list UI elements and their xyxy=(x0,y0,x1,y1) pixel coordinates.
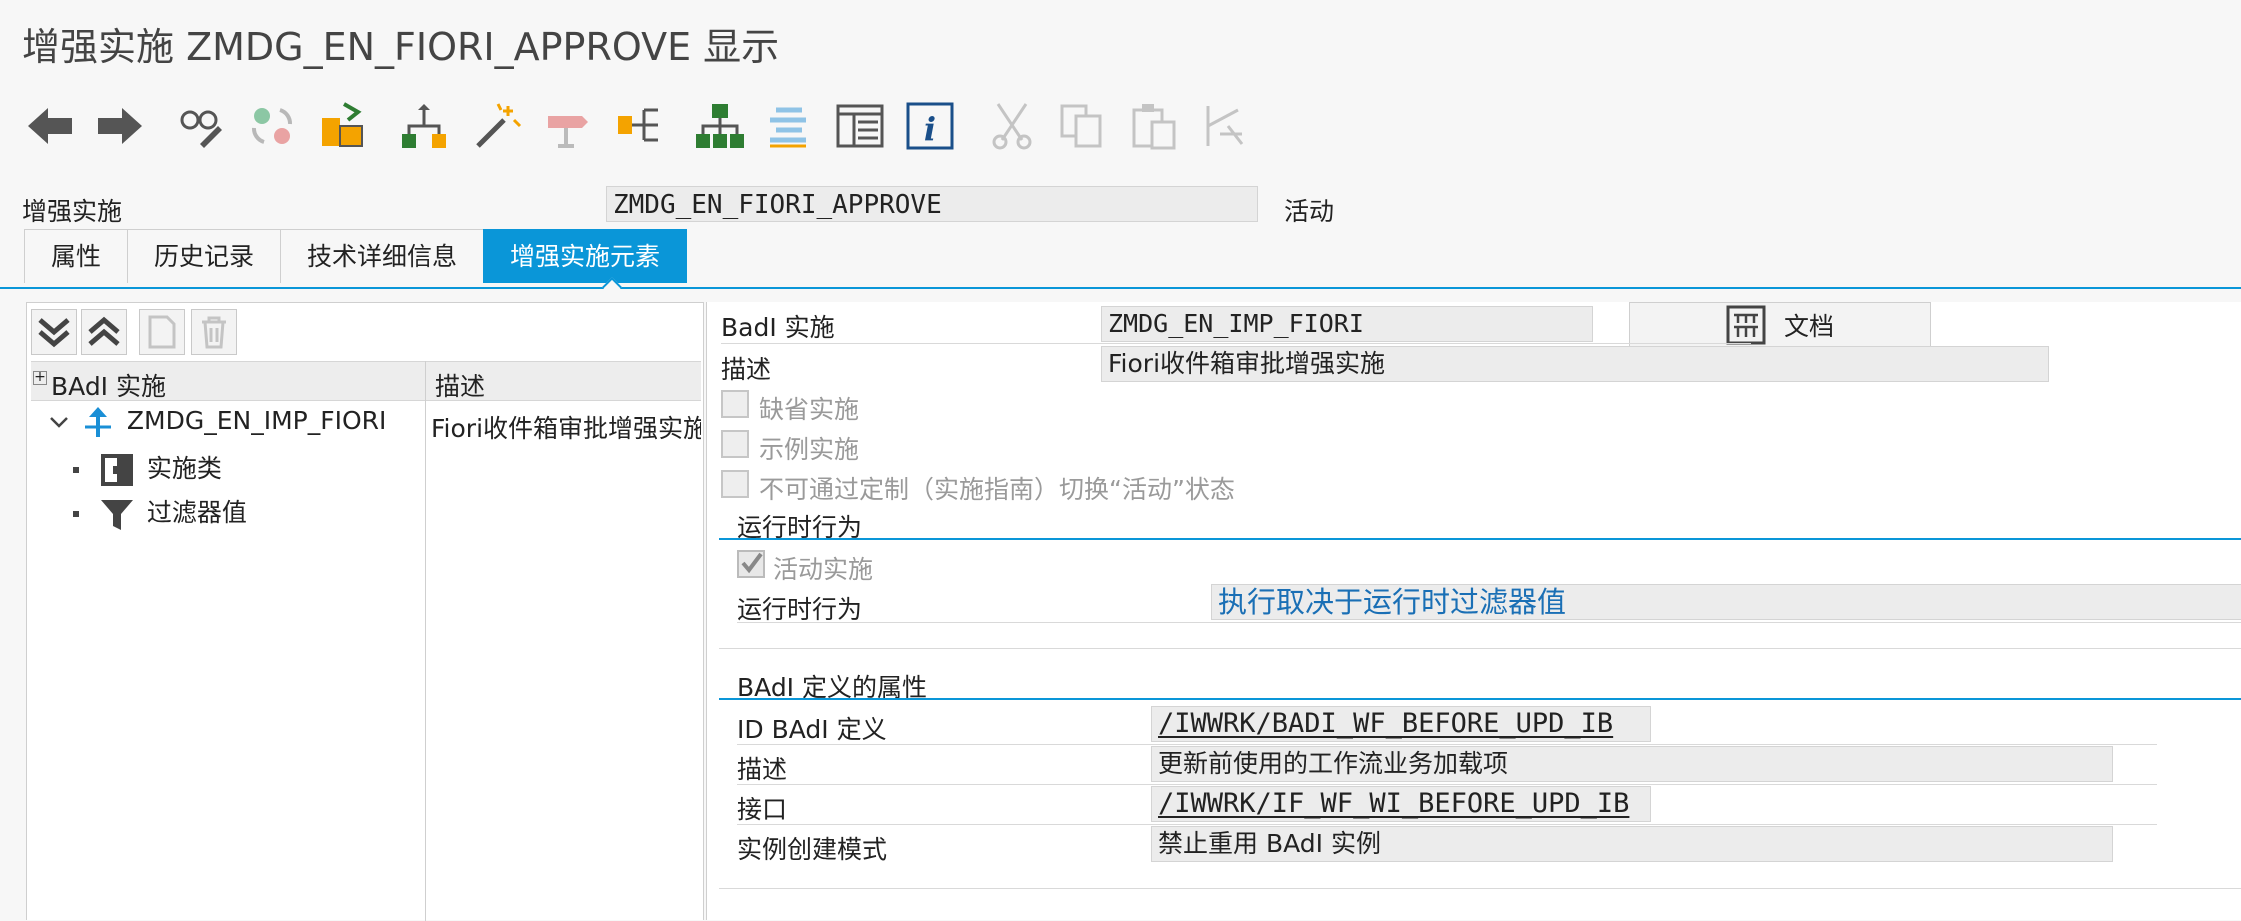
tree-node-label: ZMDG_EN_IMP_FIORI xyxy=(126,406,387,435)
expand-toggle-icon[interactable]: + xyxy=(33,370,47,385)
table-layout-icon[interactable] xyxy=(832,98,888,154)
filter-icon xyxy=(100,500,133,530)
description-label: 描述 xyxy=(721,355,772,384)
bullet-icon xyxy=(73,467,79,473)
badi-def-id-field[interactable]: /IWWRK/BADI_WF_BEFORE_UPD_IB xyxy=(1151,706,1651,742)
checkmark-icon xyxy=(741,552,763,574)
stack-icon[interactable] xyxy=(760,98,816,154)
detail-pane: BadI 实施 ZMDG_EN_IMP_FIORI 文档 描述 Fiori收件箱… xyxy=(706,302,2241,920)
row-divider xyxy=(721,343,1751,344)
description-field[interactable]: Fiori收件箱审批增强实施 xyxy=(1101,346,2049,382)
tree-node-filter-values[interactable]: 过滤器值 xyxy=(73,493,247,532)
object-list-icon[interactable] xyxy=(316,98,372,154)
badi-def-desc-label: 描述 xyxy=(737,755,788,784)
tab-technical-details[interactable]: 技术详细信息 xyxy=(280,229,485,283)
enhancement-impl-field[interactable]: ZMDG_EN_FIORI_APPROVE xyxy=(606,186,1258,222)
no-switch-label: 不可通过定制（实施指南）切换“活动”状态 xyxy=(759,475,1235,504)
active-impl-checkbox[interactable] xyxy=(737,550,765,578)
interface-field[interactable]: /IWWRK/IF_WF_WI_BEFORE_UPD_IB xyxy=(1151,786,1651,822)
badi-def-id-label: ID BAdI 定义 xyxy=(737,715,887,744)
tree-node-root[interactable]: ZMDG_EN_IMP_FIORI xyxy=(47,405,386,439)
runtime-behavior-label: 运行时行为 xyxy=(737,595,863,624)
badi-def-desc-field[interactable]: 更新前使用的工作流业务加载项 xyxy=(1151,746,2113,782)
expand-all-button[interactable] xyxy=(31,309,77,355)
example-impl-checkbox[interactable] xyxy=(721,430,749,458)
forward-arrow-icon[interactable] xyxy=(92,98,148,154)
default-impl-checkbox[interactable] xyxy=(721,390,749,418)
group-divider xyxy=(719,538,2241,540)
cut-icon[interactable] xyxy=(984,98,1040,154)
row-divider xyxy=(737,824,2157,825)
window-title: 增强实施 ZMDG_EN_FIORI_APPROVE 显示 xyxy=(22,25,780,69)
new-button[interactable] xyxy=(139,309,185,355)
collapse-all-button[interactable] xyxy=(81,309,127,355)
example-impl-label: 示例实施 xyxy=(759,435,860,464)
tree-node-label: 过滤器值 xyxy=(146,498,247,527)
documentation-button[interactable]: 文档 xyxy=(1629,302,1931,348)
instance-mode-label: 实例创建模式 xyxy=(737,835,888,864)
back-arrow-icon[interactable] xyxy=(22,98,78,154)
class-icon xyxy=(100,454,133,486)
double-chevron-up-icon xyxy=(88,316,120,346)
svg-text:i: i xyxy=(924,110,936,148)
tab-underline xyxy=(0,287,2241,289)
where-used-icon[interactable] xyxy=(540,98,596,154)
badi-impl-label: BadI 实施 xyxy=(721,313,835,342)
row-divider xyxy=(737,744,2157,745)
copy-icon[interactable] xyxy=(1054,98,1110,154)
interface-label: 接口 xyxy=(737,795,788,824)
chevron-down-icon[interactable] xyxy=(47,410,71,434)
tree-node-label: 实施类 xyxy=(146,454,222,483)
tab-history[interactable]: 历史记录 xyxy=(127,229,282,283)
no-switch-checkbox[interactable] xyxy=(721,470,749,498)
group-bottom xyxy=(719,888,2241,889)
group-bottom xyxy=(719,648,2241,649)
hierarchy-icon[interactable] xyxy=(396,98,452,154)
tree-pane: + BAdI 实施 描述 ZMDG_EN_IMP_FIORI Fiori收件箱审… xyxy=(26,302,704,921)
bullet-icon xyxy=(73,511,79,517)
enhancement-impl-label: 增强实施 xyxy=(22,197,123,226)
document-icon xyxy=(148,315,176,349)
delete-button[interactable] xyxy=(191,309,237,355)
badi-impl-field[interactable]: ZMDG_EN_IMP_FIORI xyxy=(1101,306,1593,342)
trash-icon xyxy=(202,316,226,349)
activate-icon[interactable] xyxy=(244,98,300,154)
active-impl-label: 活动实施 xyxy=(773,555,874,584)
application-toolbar: i xyxy=(0,84,2241,176)
tree-node-impl-class[interactable]: 实施类 xyxy=(73,449,222,488)
magic-wand-icon[interactable] xyxy=(468,98,524,154)
group-divider xyxy=(719,698,2241,700)
column-header-description[interactable]: 描述 xyxy=(435,367,485,403)
double-chevron-down-icon xyxy=(38,318,70,348)
documentation-icon xyxy=(1726,305,1766,345)
row-divider xyxy=(737,784,2157,785)
documentation-label: 文档 xyxy=(1783,312,1834,341)
tab-strip: 属性 历史记录 技术详细信息 增强实施元素 xyxy=(24,229,688,283)
row-divider xyxy=(737,622,2241,623)
status-text: 活动 xyxy=(1284,197,1335,226)
title-bar: 增强实施 ZMDG_EN_FIORI_APPROVE 显示 xyxy=(0,0,2241,85)
display-change-icon[interactable] xyxy=(172,98,228,154)
default-impl-label: 缺省实施 xyxy=(759,395,860,424)
paste-icon[interactable] xyxy=(1126,98,1182,154)
instance-mode-field[interactable]: 禁止重用 BAdI 实例 xyxy=(1151,826,2113,862)
tree-expand-icon[interactable] xyxy=(612,98,668,154)
tree-node-description: Fiori收件箱审批增强实施 xyxy=(431,414,701,443)
info-icon[interactable]: i xyxy=(902,98,958,154)
column-header-badi-impl[interactable]: BAdI 实施 xyxy=(51,367,166,403)
org-chart-icon[interactable] xyxy=(692,98,748,154)
column-separator[interactable] xyxy=(425,361,426,921)
undo-icon[interactable] xyxy=(1196,98,1252,154)
tab-properties[interactable]: 属性 xyxy=(24,229,129,283)
tab-impl-elements[interactable]: 增强实施元素 xyxy=(483,229,688,283)
tree-header: + BAdI 实施 描述 xyxy=(31,361,701,401)
runtime-behavior-field[interactable]: 执行取决于运行时过滤器值 xyxy=(1211,584,2241,620)
badi-impl-icon xyxy=(84,407,111,437)
